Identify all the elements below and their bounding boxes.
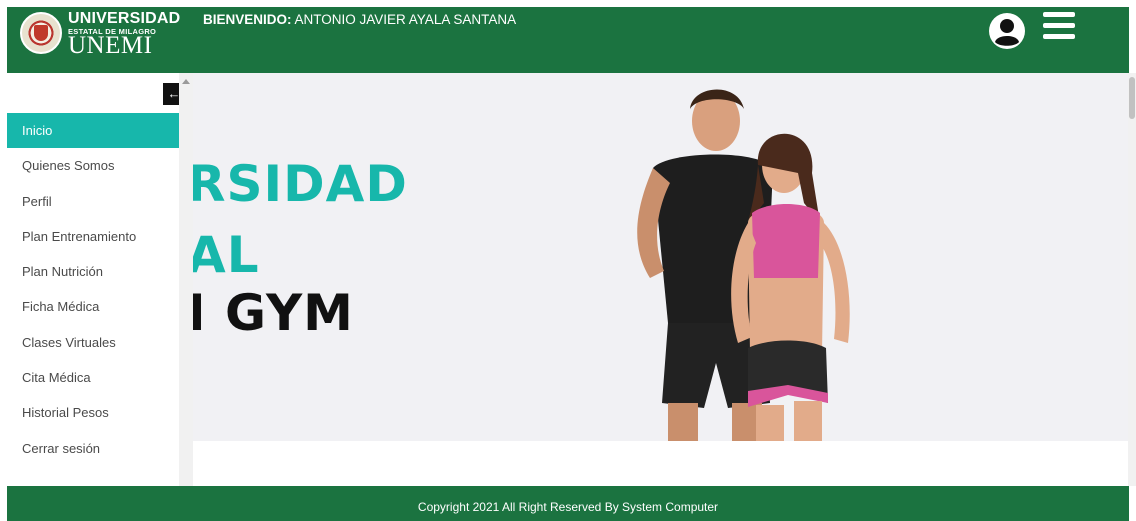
user-circle-icon[interactable]: [987, 11, 1027, 51]
sidebar-item-historial-pesos[interactable]: Historial Pesos: [7, 395, 179, 430]
sidebar-item-ficha-medica[interactable]: Ficha Médica: [7, 289, 179, 324]
hero-banner: RSIDAD AL I GYM: [193, 73, 1128, 441]
sidebar-item-quienes-somos[interactable]: Quienes Somos: [7, 148, 179, 183]
sidebar-item-plan-nutricion[interactable]: Plan Nutrición: [7, 254, 179, 289]
unemi-logo[interactable]: UNIVERSIDAD ESTATAL DE MILAGRO UNEMI: [20, 10, 180, 62]
footer-copyright: Copyright 2021 All Right Reserved By Sys…: [417, 500, 719, 514]
sidebar-item-cita-medica[interactable]: Cita Médica: [7, 360, 179, 395]
sidebar: ← Inicio Quienes Somos Perfil Plan Entre…: [7, 73, 193, 486]
sidebar-item-perfil[interactable]: Perfil: [7, 184, 179, 219]
brand-acronym: UNEMI: [68, 32, 153, 59]
welcome-user: ANTONIO JAVIER AYALA SANTANA: [294, 12, 517, 27]
sidebar-scrollbar[interactable]: [179, 73, 193, 486]
content-area: [193, 441, 1128, 486]
hero-title-line-2: AL: [193, 226, 260, 284]
university-seal-icon: [20, 12, 62, 54]
fitness-couple-image: [637, 89, 850, 441]
sidebar-nav: Inicio Quienes Somos Perfil Plan Entrena…: [7, 113, 179, 466]
brand-name: UNIVERSIDAD: [68, 10, 181, 27]
hamburger-menu-icon[interactable]: [1043, 12, 1075, 40]
footer: Copyright 2021 All Right Reserved By Sys…: [7, 486, 1129, 521]
sidebar-item-clases-virtuales[interactable]: Clases Virtuales: [7, 325, 179, 360]
sidebar-item-inicio[interactable]: Inicio: [7, 113, 179, 149]
page-scrollbar[interactable]: [1128, 73, 1136, 486]
welcome-label: BIENVENIDO:: [203, 12, 292, 27]
top-header: UNIVERSIDAD ESTATAL DE MILAGRO UNEMI BIE…: [7, 7, 1129, 73]
welcome-text: BIENVENIDO: ANTONIO JAVIER AYALA SANTANA: [203, 12, 516, 27]
hero-title-line-3: I GYM: [193, 284, 354, 342]
sidebar-item-cerrar-sesion[interactable]: Cerrar sesión: [7, 431, 179, 466]
hero-title-line-1: RSIDAD: [193, 155, 408, 213]
sidebar-item-plan-entrenamiento[interactable]: Plan Entrenamiento: [7, 219, 179, 254]
